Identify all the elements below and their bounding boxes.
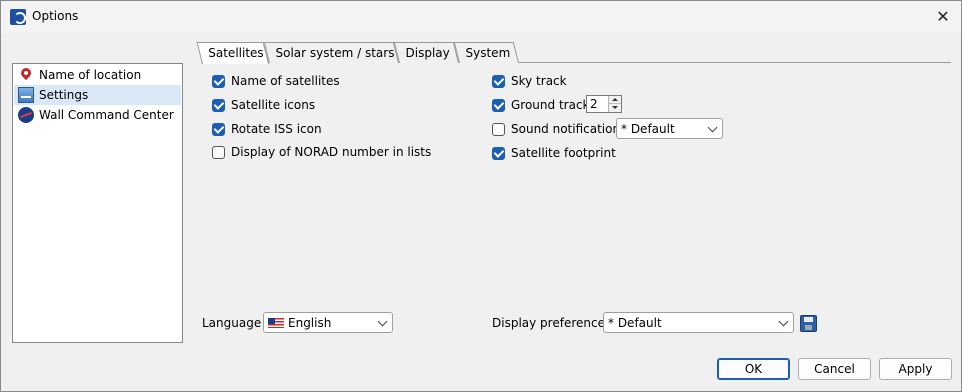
language-select[interactable]: English <box>263 312 393 333</box>
tree-item-label: Wall Command Center <box>39 108 174 122</box>
us-flag-icon <box>268 317 284 328</box>
satellite-footprint-option[interactable]: Satellite footprint <box>492 144 616 162</box>
rotate-iss-icon-label: Rotate ISS icon <box>231 122 322 136</box>
display-preferences-label: Display preferences : <box>492 316 620 330</box>
name-of-satellites-checkbox[interactable] <box>212 74 225 88</box>
ground-track-label: Ground track <box>511 98 590 112</box>
sound-notification-select[interactable]: * Default <box>616 118 723 139</box>
sky-track-label: Sky track <box>511 74 567 88</box>
language-value: English <box>288 315 332 330</box>
spin-up-icon[interactable] <box>609 96 621 104</box>
spin-down-icon[interactable] <box>609 104 621 112</box>
rotate-iss-icon-option[interactable]: Rotate ISS icon <box>212 120 322 138</box>
nasa-icon <box>18 107 34 123</box>
sky-track-checkbox[interactable] <box>492 74 505 88</box>
satellite-icons-label: Satellite icons <box>231 98 316 112</box>
sky-track-option[interactable]: Sky track <box>492 72 567 90</box>
settings-icon <box>18 87 34 103</box>
save-icon[interactable] <box>800 315 817 332</box>
chevron-down-icon <box>778 316 789 327</box>
name-of-satellites-label: Name of satellites <box>231 74 340 88</box>
chevron-down-icon <box>707 122 718 133</box>
window-title: Options <box>32 9 79 23</box>
category-tree: Name of location Settings Wall Command C… <box>12 63 183 343</box>
satellite-icons-option[interactable]: Satellite icons <box>212 96 315 114</box>
location-pin-icon <box>18 67 34 83</box>
app-icon <box>10 9 26 25</box>
ground-track-checkbox[interactable] <box>492 98 505 112</box>
tab-system[interactable]: System <box>453 42 519 63</box>
satellite-footprint-checkbox[interactable] <box>492 146 505 160</box>
sound-notification-value: * Default <box>621 121 675 136</box>
ground-track-spinner[interactable]: 2 <box>586 95 622 113</box>
tree-item-name-of-location[interactable]: Name of location <box>14 65 181 85</box>
ok-button[interactable]: OK <box>717 358 790 380</box>
sound-notification-label: Sound notification <box>511 122 621 136</box>
spinner-buttons <box>608 96 621 112</box>
tab-satellites[interactable]: Satellites <box>196 42 269 64</box>
tree-item-settings[interactable]: Settings <box>14 85 181 105</box>
cancel-button[interactable]: Cancel <box>798 358 871 380</box>
chevron-down-icon <box>377 316 388 327</box>
sound-notification-option[interactable]: Sound notification <box>492 120 620 138</box>
norad-number-checkbox[interactable] <box>212 145 225 159</box>
options-dialog: Options ✕ Name of location Settings Wall… <box>0 0 962 392</box>
title-bar: Options ✕ <box>1 1 961 33</box>
apply-button[interactable]: Apply <box>879 358 952 380</box>
tree-item-wall-command-center[interactable]: Wall Command Center <box>14 105 181 125</box>
tree-item-label: Name of location <box>39 68 142 82</box>
satellite-icons-checkbox[interactable] <box>212 98 225 112</box>
display-preferences-value: * Default <box>608 315 662 330</box>
norad-number-option[interactable]: Display of NORAD number in lists <box>212 143 431 161</box>
tab-display[interactable]: Display <box>393 42 459 63</box>
sound-notification-checkbox[interactable] <box>492 122 505 136</box>
rotate-iss-icon-checkbox[interactable] <box>212 122 225 136</box>
name-of-satellites-option[interactable]: Name of satellites <box>212 72 340 90</box>
display-preferences-select[interactable]: * Default <box>603 312 794 333</box>
tab-solar-system-stars[interactable]: Solar system / stars <box>263 42 399 63</box>
norad-number-label: Display of NORAD number in lists <box>231 145 432 159</box>
close-button[interactable]: ✕ <box>931 5 955 29</box>
satellite-footprint-label: Satellite footprint <box>511 146 616 160</box>
language-label: Language : <box>202 316 270 330</box>
ground-track-value[interactable]: 2 <box>590 97 598 111</box>
ground-track-option[interactable]: Ground track <box>492 96 590 114</box>
tree-item-label: Settings <box>39 88 89 102</box>
